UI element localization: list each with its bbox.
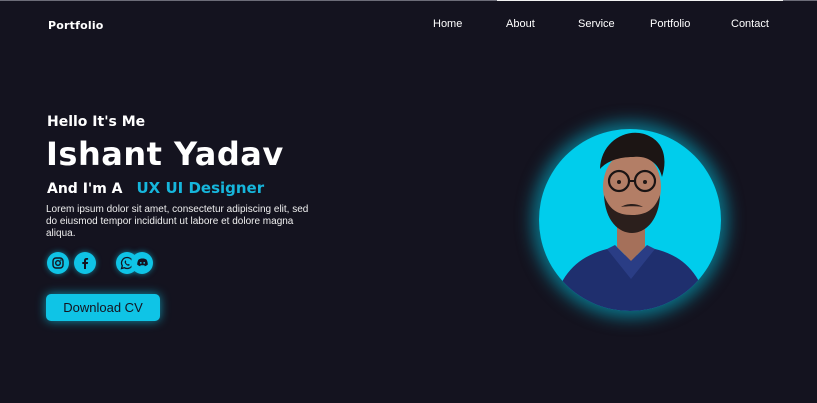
hero-role-line: And I'm A UX UI Designer: [47, 179, 264, 197]
role-prefix: And I'm A: [47, 181, 123, 197]
nav-home[interactable]: Home: [433, 18, 462, 30]
facebook-icon[interactable]: [74, 252, 96, 274]
site-logo[interactable]: Portfolio: [48, 19, 104, 32]
discord-icon[interactable]: [131, 252, 153, 274]
hero-name: Ishant Yadav: [46, 135, 284, 173]
nav-about[interactable]: About: [506, 18, 535, 30]
download-cv-button[interactable]: Download CV: [46, 294, 160, 321]
nav-contact[interactable]: Contact: [731, 18, 769, 30]
instagram-icon[interactable]: [47, 252, 69, 274]
profile-photo: [539, 129, 721, 311]
hero-greeting: Hello It's Me: [47, 114, 146, 130]
nav-portfolio[interactable]: Portfolio: [650, 18, 690, 30]
top-border-highlight: [497, 0, 783, 1]
nav-service[interactable]: Service: [578, 18, 615, 30]
hero-description: Lorem ipsum dolor sit amet, consectetur …: [46, 204, 309, 239]
role-title: UX UI Designer: [136, 179, 265, 197]
